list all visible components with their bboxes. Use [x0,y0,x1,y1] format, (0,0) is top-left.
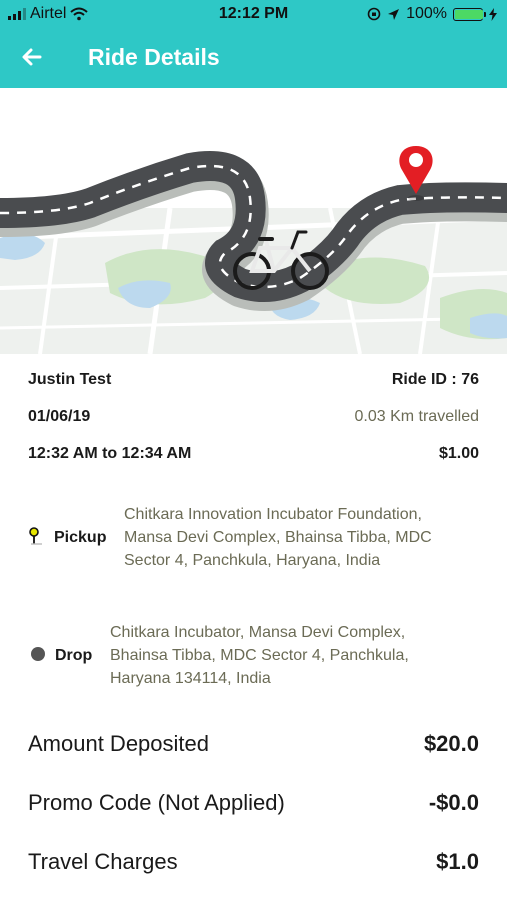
battery-icon [453,7,486,21]
travel-charges-label: Travel Charges [28,849,178,874]
drop-label: Drop [55,647,93,664]
pickup-pin-icon [29,527,42,545]
ride-distance: 0.03 Km travelled [354,408,479,425]
promo-code-label: Promo Code (Not Applied) [28,790,285,815]
pickup-address-line: Mansa Devi Complex, Bhainsa Tibba, MDC [124,529,432,546]
orientation-lock-icon [367,7,381,21]
app-bar: Ride Details [0,30,507,88]
page-title: Ride Details [88,44,220,70]
drop-address-line: Chitkara Incubator, Mansa Devi Complex, [110,624,406,641]
amount-deposited-value: $20.0 [423,731,479,756]
map-road-illustration [0,88,507,354]
amount-deposited-label: Amount Deposited [28,731,209,756]
status-right: 100% [367,5,497,23]
drop-address-line: Bhainsa Tibba, MDC Sector 4, Panchkula, [110,647,409,664]
drop-dot-icon [31,647,45,661]
pickup-address-line: Chitkara Innovation Incubator Foundation… [124,506,422,523]
ride-date: 01/06/19 [28,408,91,425]
promo-code-value: -$0.0 [428,790,479,815]
back-arrow-icon[interactable] [18,43,46,71]
battery-percent: 100% [406,5,447,22]
travel-charges-value: $1.0 [436,849,479,874]
charging-bolt-icon [489,7,497,21]
ride-illustration [0,88,507,354]
status-bar: Airtel 12:12 PM 100% [0,0,507,30]
location-arrow-icon [388,8,400,20]
ride-time-range: 12:32 AM to 12:34 AM [28,445,192,462]
drop-address-line: Haryana 134114, India [110,670,271,687]
rider-name: Justin Test [28,371,112,388]
ride-id: Ride ID : 76 [391,371,479,388]
pickup-address: Chitkara Innovation Incubator Foundation… [124,503,432,572]
drop-address: Chitkara Incubator, Mansa Devi Complex, … [110,621,409,690]
pickup-address-line: Sector 4, Panchkula, Haryana, India [124,552,381,569]
ride-cost: $1.00 [438,445,479,462]
pickup-label: Pickup [54,529,107,546]
